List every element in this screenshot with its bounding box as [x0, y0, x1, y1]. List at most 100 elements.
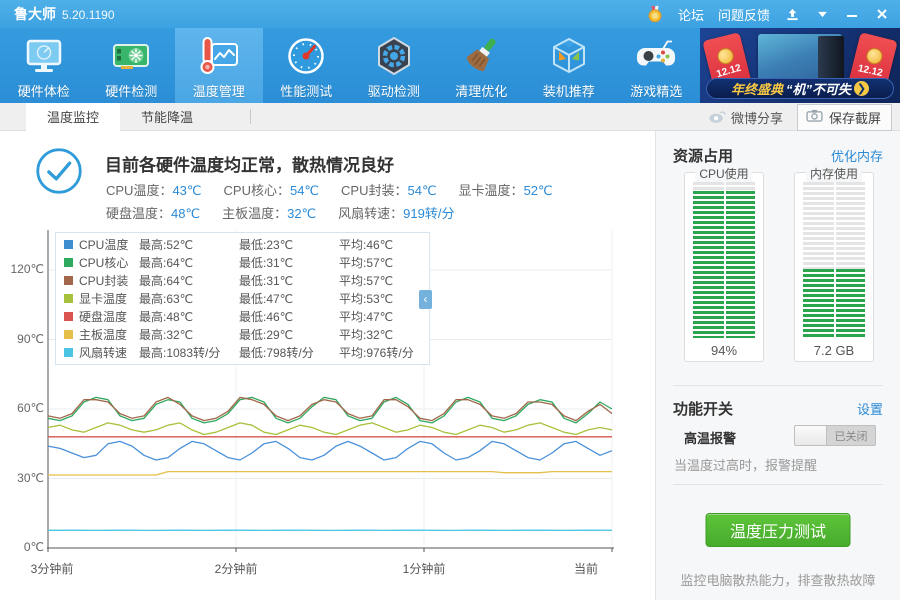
save-screenshot-button[interactable]: 保存截屏 [797, 104, 892, 131]
tab-separator [250, 109, 251, 124]
tab-energy-saving[interactable]: 节能降温 [120, 103, 214, 130]
cpu-core-value: 54℃ [290, 183, 319, 198]
series-swatch [64, 330, 73, 339]
gauge-bar [693, 182, 755, 338]
x-axis-tick: 当前 [574, 560, 598, 577]
stress-test-caption: 监控电脑散热能力，排查散热故障 [656, 570, 900, 589]
series-swatch [64, 294, 73, 303]
status-ok-icon [35, 147, 83, 195]
cpu-temp-value: 43℃ [172, 183, 201, 198]
gauge-bar [803, 182, 865, 338]
app-window: 鲁大师 5.20.1190 论坛 问题反馈 [0, 0, 900, 600]
series-swatch [64, 348, 73, 357]
alarm-description: 当温度过高时，报警提醒 [674, 455, 817, 474]
y-axis-tick: 0℃ [4, 540, 44, 554]
tab-temperature-monitor[interactable]: 温度监控 [26, 103, 120, 131]
weibo-icon [708, 108, 726, 127]
title-bar: 鲁大师 5.20.1190 论坛 问题反馈 [0, 0, 900, 28]
series-swatch [64, 312, 73, 321]
tab-bar: 温度监控 节能降温 微博分享 保存截屏 [0, 103, 900, 131]
nav-item-cleanup[interactable]: 清理优化 [438, 28, 526, 103]
cube-icon [547, 34, 591, 78]
optimize-memory-link[interactable]: 优化内存 [831, 146, 883, 165]
fan-speed-value: 919转/分 [403, 206, 454, 221]
promo-banner[interactable]: 12.12 12.12 年终盛典 “机”不可失 ❯ [700, 28, 900, 103]
cpu-usage-value: 94% [685, 343, 763, 358]
gpu-temp-value: 52℃ [524, 183, 553, 198]
legend-row: 显卡温度最高:63℃最低:47℃平均:53℃ [56, 290, 429, 307]
y-axis-tick: 60℃ [4, 401, 44, 415]
nav-item-game-picks[interactable]: 游戏精选 [613, 28, 701, 103]
nav-label: 硬件体检 [18, 81, 70, 100]
gamepad-icon [634, 34, 678, 78]
nav-item-hardware-checkup[interactable]: 硬件体检 [0, 28, 88, 103]
weibo-share-button[interactable]: 微博分享 [708, 108, 783, 127]
sidebar: 资源占用 优化内存 CPU使用 94% 内存使用 7.2 GB 功能开关 设置 … [655, 131, 900, 600]
disk-temp-value: 48℃ [171, 206, 200, 221]
high-temp-alarm-toggle[interactable]: 已关闭 [794, 425, 876, 446]
settings-link[interactable]: 设置 [857, 399, 883, 418]
readings-row-2: 硬盘温度：48℃ 主板温度：32℃ 风扇转速：919转/分 [106, 203, 454, 222]
medal-icon[interactable] [646, 5, 664, 23]
forum-link[interactable]: 论坛 [678, 5, 704, 24]
thermometer-chart-icon [197, 34, 241, 78]
share-upload-icon[interactable] [784, 6, 800, 22]
nav-label: 硬件检测 [105, 81, 157, 100]
nav-label: 温度管理 [193, 81, 245, 100]
nav-label: 清理优化 [455, 81, 507, 100]
brush-icon [459, 34, 503, 78]
nav-label: 性能测试 [280, 81, 332, 100]
legend-collapse-button[interactable]: ‹ [419, 290, 432, 309]
feature-switch-title: 功能开关 [673, 398, 733, 419]
memory-usage-gauge: 内存使用 7.2 GB [794, 172, 874, 362]
nav-label: 装机推荐 [543, 81, 595, 100]
legend-row: CPU封装最高:64℃最低:31℃平均:57℃ [56, 272, 429, 289]
nav-label: 驱动检测 [368, 81, 420, 100]
gauge-icon [284, 34, 328, 78]
close-icon[interactable] [874, 6, 890, 22]
gauge-fill [803, 269, 865, 338]
divider [673, 385, 883, 386]
series-swatch [64, 240, 73, 249]
app-version: 5.20.1190 [62, 8, 115, 22]
chart-legend-box: CPU温度最高:52℃最低:23℃平均:46℃ CPU核心最高:64℃最低:31… [55, 232, 430, 365]
high-temp-alarm-label: 高温报警 [684, 428, 736, 447]
toggle-knob [795, 426, 827, 445]
skin-dropdown-icon[interactable] [814, 6, 830, 22]
coin-icon [865, 46, 884, 65]
x-axis-tick: 3分钟前 [31, 560, 74, 577]
cpu-usage-gauge: CPU使用 94% [684, 172, 764, 362]
y-axis-tick: 90℃ [4, 332, 44, 346]
coin-icon [716, 46, 735, 65]
legend-row: CPU温度最高:52℃最低:23℃平均:46℃ [56, 236, 429, 253]
monitor-icon [22, 34, 66, 78]
divider [673, 484, 883, 485]
legend-row: 风扇转速最高:1083转/分最低:798转/分平均:976转/分 [56, 344, 429, 361]
banner-caption: 年终盛典 “机”不可失 ❯ [706, 78, 894, 99]
nav-label: 游戏精选 [630, 81, 682, 100]
app-title: 鲁大师 5.20.1190 [14, 4, 115, 24]
board-temp-value: 32℃ [287, 206, 316, 221]
camera-icon [806, 109, 823, 125]
series-swatch [64, 258, 73, 267]
resource-usage-title: 资源占用 [673, 145, 733, 166]
status-title: 目前各硬件温度均正常，散热情况良好 [105, 151, 394, 176]
nav-item-temperature[interactable]: 温度管理 [175, 28, 263, 103]
feedback-link[interactable]: 问题反馈 [718, 5, 770, 24]
minimize-icon[interactable] [844, 6, 860, 22]
nav-item-driver-test[interactable]: 驱动检测 [350, 28, 438, 103]
nav-item-hardware-test[interactable]: 硬件检测 [88, 28, 176, 103]
arrow-right-icon: ❯ [854, 81, 869, 96]
temperature-stress-test-button[interactable]: 温度压力测试 [706, 513, 851, 547]
gpu-card-icon [109, 34, 153, 78]
nav-item-pc-recommend[interactable]: 装机推荐 [525, 28, 613, 103]
temperature-chart [0, 131, 655, 600]
x-axis-tick: 1分钟前 [403, 560, 446, 577]
legend-row: CPU核心最高:64℃最低:31℃平均:57℃ [56, 254, 429, 271]
y-axis-tick: 30℃ [4, 471, 44, 485]
readings-row-1: CPU温度：43℃ CPU核心：54℃ CPU封装：54℃ 显卡温度：52℃ [106, 180, 553, 199]
legend-row: 硬盘温度最高:48℃最低:46℃平均:47℃ [56, 308, 429, 325]
nav-item-performance-test[interactable]: 性能测试 [263, 28, 351, 103]
x-axis-tick: 2分钟前 [215, 560, 258, 577]
app-name: 鲁大师 [14, 4, 56, 24]
